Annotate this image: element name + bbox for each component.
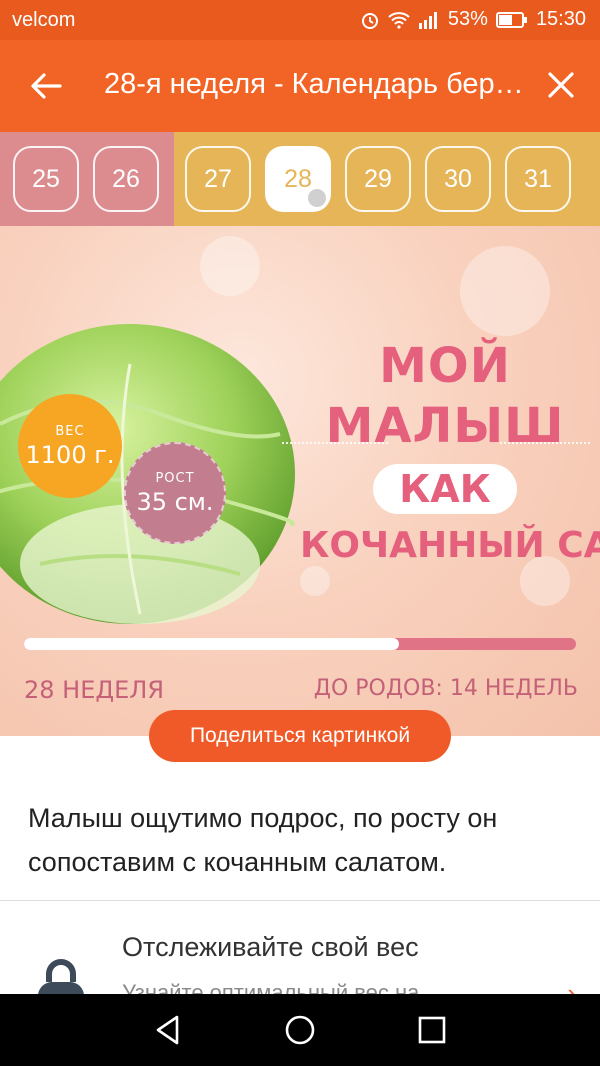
home-circle-icon[interactable] xyxy=(282,1012,318,1048)
week-chips: 25 26 27 28 29 30 31 xyxy=(13,146,571,212)
back-triangle-icon[interactable] xyxy=(150,1012,186,1048)
headline-line-3: КОЧАННЫЙ САЛАТ xyxy=(300,525,600,566)
status-icons: 53% 15:30 xyxy=(360,8,586,31)
page-title: 28-я неделя - Календарь беременности xyxy=(104,68,524,100)
status-bar: velcom 53% 15:30 xyxy=(0,0,600,40)
week-chip[interactable]: 26 xyxy=(93,146,159,212)
week-chip-label: 28 xyxy=(284,164,312,193)
weight-badge: ВЕС 1100 г. xyxy=(18,394,122,498)
week-illustration: ВЕС 1100 г. РОСТ 35 см. МОЙ МАЛЫШ КАК КО… xyxy=(0,226,600,736)
track-weight-subtitle: Узнайте оптимальный вес на xyxy=(122,980,420,994)
close-icon[interactable] xyxy=(544,68,578,102)
alarm-icon xyxy=(361,12,378,29)
headline-line-2: КАК xyxy=(373,464,517,514)
height-badge: РОСТ 35 см. xyxy=(124,442,226,544)
back-arrow-icon[interactable] xyxy=(28,68,64,104)
signal-icon xyxy=(418,11,437,29)
week-description: Малыш ощутимо подрос, по росту он сопост… xyxy=(28,803,498,877)
week-selector: 25 26 27 28 29 30 31 xyxy=(0,132,600,226)
height-label: РОСТ xyxy=(155,470,195,486)
bokeh-light xyxy=(200,236,260,296)
divider xyxy=(0,900,600,901)
track-weight-title[interactable]: Отслеживайте свой вес xyxy=(122,932,419,963)
week-chip[interactable]: 29 xyxy=(345,146,411,212)
lock-weight-icon: кг xyxy=(38,959,84,994)
current-week-label: 28 НЕДЕЛЯ xyxy=(24,676,165,704)
bokeh-light xyxy=(460,246,550,336)
battery-icon xyxy=(495,11,527,28)
app-bar: 28-я неделя - Календарь беременности xyxy=(0,40,600,132)
week-chip[interactable]: 30 xyxy=(425,146,491,212)
headline-line-1: МОЙ МАЛЫШ xyxy=(325,338,565,454)
height-value: 35 см. xyxy=(136,487,214,516)
week-chip[interactable]: 31 xyxy=(505,146,571,212)
headline: МОЙ МАЛЫШ КАК КОЧАННЫЙ САЛАТ xyxy=(300,336,600,570)
system-navigation-bar xyxy=(0,994,600,1066)
bokeh-light xyxy=(300,566,330,596)
chevron-right-icon[interactable]: › xyxy=(567,978,576,994)
weight-label: ВЕС xyxy=(55,423,85,439)
week-content: Малыш ощутимо подрос, по росту он сопост… xyxy=(0,736,600,994)
clock: 15:30 xyxy=(535,8,586,30)
pregnancy-progress-bar xyxy=(24,638,576,650)
wifi-icon xyxy=(388,11,410,29)
week-chip[interactable]: 27 xyxy=(185,146,251,212)
weight-value: 1100 г. xyxy=(25,440,115,469)
battery-percent: 53% xyxy=(447,8,488,30)
week-chip-current[interactable]: 28 xyxy=(265,146,331,212)
user-avatar-icon xyxy=(308,189,326,207)
recents-square-icon[interactable] xyxy=(414,1012,450,1048)
pregnancy-progress-fill xyxy=(24,638,400,650)
weeks-to-due-label: ДО РОДОВ: 14 НЕДЕЛЬ xyxy=(313,676,578,701)
share-image-button[interactable]: Поделиться картинкой xyxy=(149,710,451,762)
carrier-name: velcom xyxy=(12,9,76,31)
week-chip[interactable]: 25 xyxy=(13,146,79,212)
